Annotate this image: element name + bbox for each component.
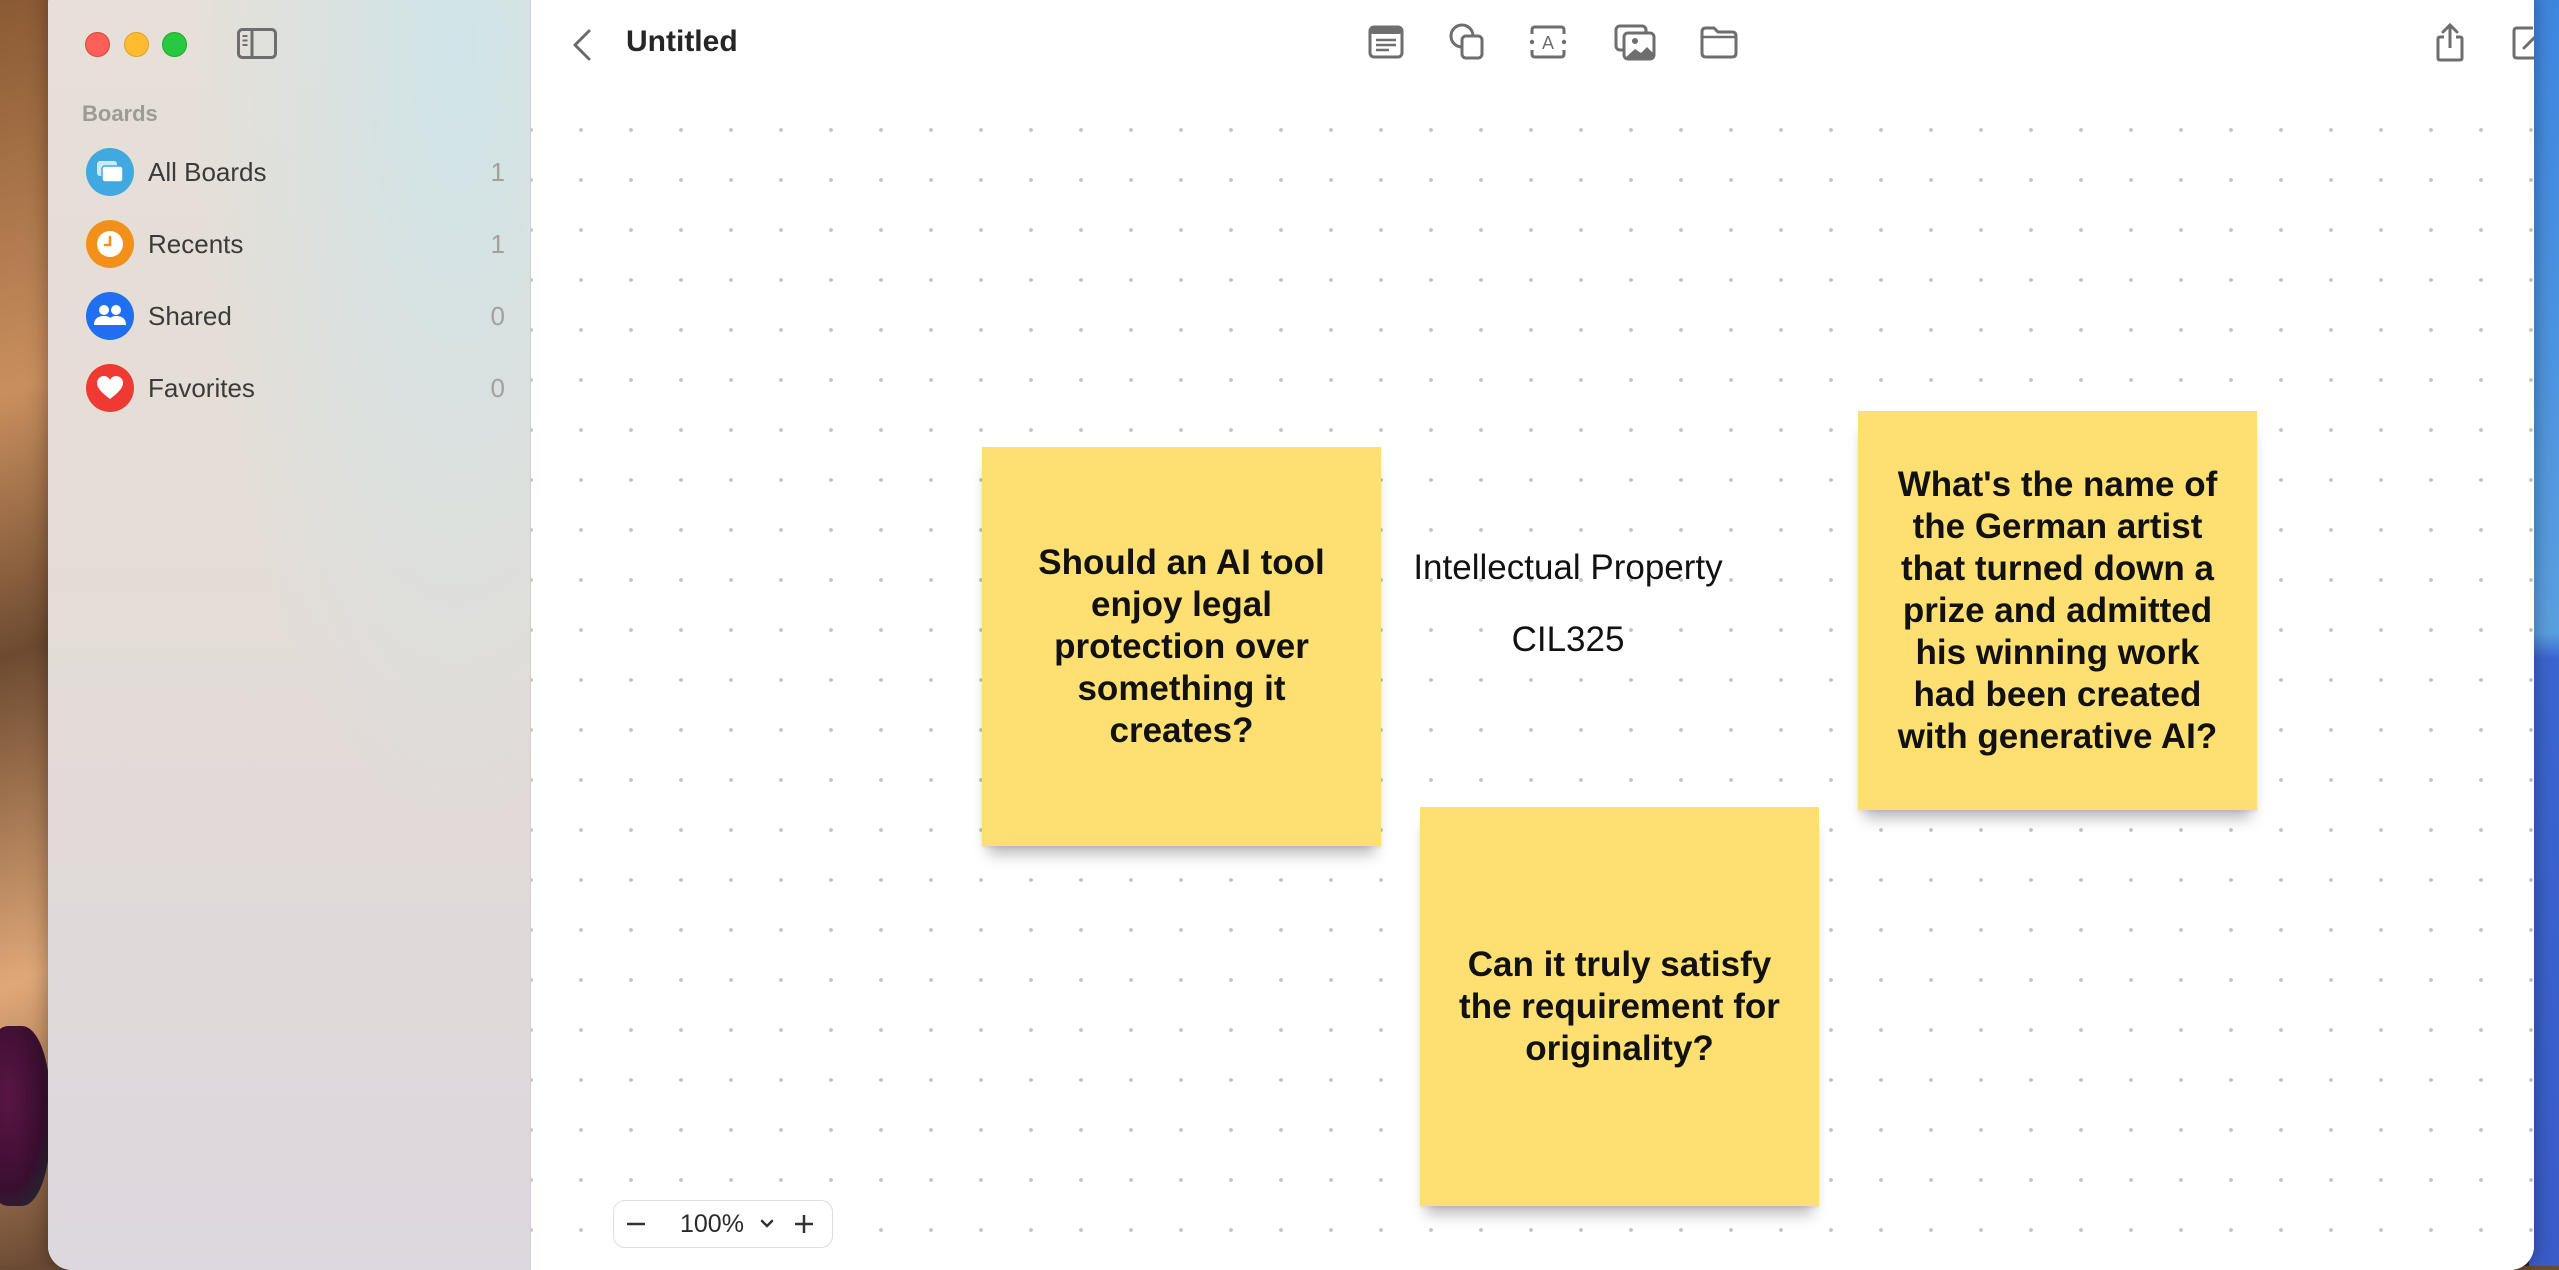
boards-section-label: Boards (82, 101, 158, 126)
sidebar-toggle-button[interactable] (237, 28, 277, 59)
share-icon (2436, 22, 2464, 62)
chevron-down-icon (760, 1219, 774, 1228)
zoom-out-button[interactable] (614, 1202, 658, 1246)
people-icon (86, 292, 134, 340)
plus-icon (795, 1215, 813, 1233)
sidebar-item-all-boards[interactable]: All Boards 1 (68, 140, 518, 204)
freeform-window: Boards All Boards 1 Recents 1 Shared 0 F… (48, 0, 2534, 1270)
sticky-note-text: Can it truly satisfy the requirement for… (1459, 944, 1780, 1068)
board-title[interactable]: Untitled (626, 25, 738, 59)
heart-icon (86, 364, 134, 412)
shapes-icon (1449, 23, 1484, 60)
add-media-button[interactable] (1613, 22, 1657, 62)
add-note-button[interactable] (1363, 22, 1407, 62)
sidebar-item-label: Shared (148, 300, 232, 331)
minus-icon (627, 1222, 645, 1226)
add-text-box-button[interactable]: A (1526, 22, 1570, 62)
new-board-button[interactable] (2507, 22, 2534, 62)
photo-icon (1614, 24, 1656, 61)
sticky-note-text: What's the name of the German artist tha… (1897, 464, 2218, 756)
sidebar-icon (237, 28, 277, 59)
zoom-control: 100% (613, 1200, 833, 1248)
board-canvas[interactable]: Untitled A Intellectual Property CIL325 … (531, 0, 2534, 1270)
zoom-window-button[interactable] (162, 32, 187, 57)
text-box-icon: A (1529, 25, 1567, 59)
board-heading-text[interactable]: Intellectual Property (1383, 548, 1753, 588)
toolbar: Untitled A (531, 0, 2534, 90)
sidebar-item-recents[interactable]: Recents 1 (68, 212, 518, 276)
sidebar-item-label: All Boards (148, 156, 267, 187)
add-file-button[interactable] (1697, 22, 1741, 62)
sticky-note-text: Should an AI tool enjoy legal protection… (1038, 542, 1325, 750)
sidebar-item-label: Recents (148, 228, 244, 259)
sidebar-item-count: 1 (490, 156, 505, 187)
sidebar: Boards All Boards 1 Recents 1 Shared 0 F… (48, 0, 531, 1270)
close-window-button[interactable] (85, 32, 110, 57)
clock-icon (86, 220, 134, 268)
chevron-left-icon (573, 29, 591, 61)
minimize-window-button[interactable] (124, 32, 149, 57)
boards-stack-icon (86, 148, 134, 196)
share-button[interactable] (2428, 22, 2472, 62)
back-button[interactable] (567, 28, 597, 62)
sticky-note[interactable]: Should an AI tool enjoy legal protection… (982, 447, 1381, 846)
sidebar-item-count: 0 (490, 372, 505, 403)
sticky-note[interactable]: Can it truly satisfy the requirement for… (1420, 807, 1819, 1206)
zoom-menu-button[interactable] (752, 1202, 782, 1246)
folder-icon (1700, 26, 1738, 59)
svg-text:A: A (1542, 33, 1554, 53)
add-shape-button[interactable] (1444, 22, 1488, 62)
sidebar-item-count: 1 (490, 228, 505, 259)
note-icon (1368, 25, 1404, 59)
sidebar-item-count: 0 (490, 300, 505, 331)
sidebar-item-favorites[interactable]: Favorites 0 (68, 356, 518, 420)
course-code-text[interactable]: CIL325 (1383, 620, 1753, 660)
compose-icon (2512, 26, 2534, 60)
zoom-level-value[interactable]: 100% (680, 1210, 752, 1239)
sidebar-item-label: Favorites (148, 372, 255, 403)
sidebar-item-shared[interactable]: Shared 0 (68, 284, 518, 348)
sticky-note[interactable]: What's the name of the German artist tha… (1858, 411, 2257, 810)
wallpaper-flower (0, 1026, 50, 1206)
zoom-in-button[interactable] (782, 1202, 826, 1246)
